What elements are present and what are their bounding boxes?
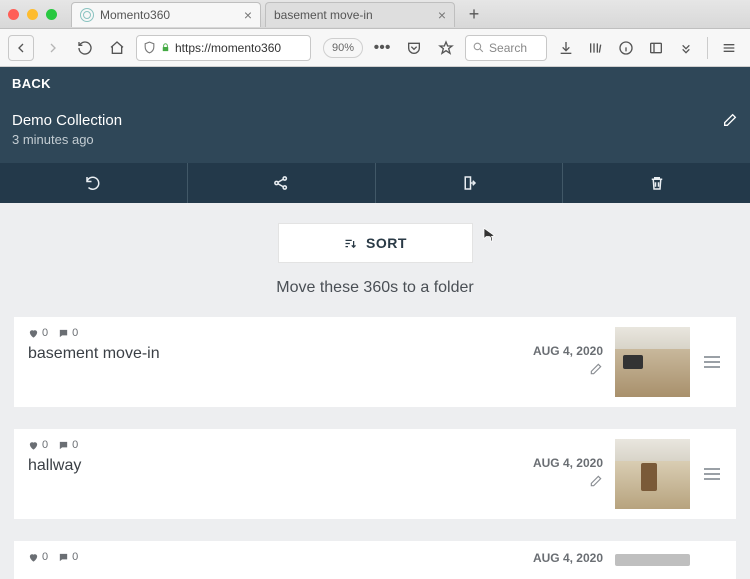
browser-tabbar: Momento360 × basement move-in × + <box>0 0 750 29</box>
close-tab-icon[interactable]: × <box>244 7 252 23</box>
search-input[interactable]: Search <box>465 35 547 61</box>
drag-handle-icon[interactable] <box>702 462 722 486</box>
list-item[interactable]: 0 0 basement move-in AUG 4, 2020 <box>14 317 736 407</box>
edit-item-button[interactable] <box>533 474 603 493</box>
close-tab-icon[interactable]: × <box>438 7 446 23</box>
search-placeholder: Search <box>489 41 527 55</box>
content-area: SORT Move these 360s to a folder 0 0 bas… <box>0 203 750 579</box>
hamburger-icon[interactable] <box>716 35 742 61</box>
tab-momento360[interactable]: Momento360 × <box>71 2 261 27</box>
edit-item-button[interactable] <box>533 362 603 381</box>
item-name: hallway <box>28 457 533 475</box>
lock-icon <box>160 42 171 53</box>
pencil-icon <box>589 362 603 376</box>
item-date: AUG 4, 2020 <box>533 344 603 358</box>
thumbnail[interactable] <box>615 439 690 509</box>
reload-button[interactable] <box>72 35 98 61</box>
list-item[interactable]: 0 0 hallway AUG 4, 2020 <box>14 429 736 519</box>
collection-subtitle: 3 minutes ago <box>12 132 122 147</box>
pencil-icon <box>722 112 738 128</box>
url-input[interactable]: https://momento360 <box>136 35 311 61</box>
pocket-icon[interactable] <box>401 35 427 61</box>
info-icon[interactable] <box>613 35 639 61</box>
sidebar-icon[interactable] <box>643 35 669 61</box>
move-button[interactable] <box>376 163 564 203</box>
home-button[interactable] <box>104 35 130 61</box>
collection-title: Demo Collection <box>12 112 122 129</box>
edit-collection-button[interactable] <box>722 112 738 133</box>
heart-icon <box>28 552 39 563</box>
thumbnail[interactable] <box>615 327 690 397</box>
library-icon[interactable] <box>583 35 609 61</box>
sort-button[interactable]: SORT <box>278 223 473 263</box>
prompt-text: Move these 360s to a folder <box>14 279 736 297</box>
back-button[interactable] <box>8 35 34 61</box>
tab-label: Momento360 <box>100 8 170 22</box>
likes-count: 0 <box>28 551 48 563</box>
zoom-window[interactable] <box>46 9 57 20</box>
tab-basement[interactable]: basement move-in × <box>265 2 455 27</box>
item-date: AUG 4, 2020 <box>533 551 603 565</box>
bookmark-star-icon[interactable] <box>433 35 459 61</box>
comments-count: 0 <box>58 551 78 563</box>
close-window[interactable] <box>8 9 19 20</box>
download-icon[interactable] <box>553 35 579 61</box>
thumbnail[interactable] <box>615 554 690 566</box>
heart-icon <box>28 328 39 339</box>
comments-count: 0 <box>58 327 78 339</box>
item-date: AUG 4, 2020 <box>533 456 603 470</box>
heart-icon <box>28 440 39 451</box>
browser-toolbar: https://momento360 90% ••• Search <box>0 29 750 67</box>
window-controls <box>8 9 57 20</box>
comment-icon <box>58 440 69 451</box>
minimize-window[interactable] <box>27 9 38 20</box>
new-tab-button[interactable]: + <box>463 3 485 25</box>
likes-count: 0 <box>28 439 48 451</box>
favicon-icon <box>80 8 94 22</box>
tab-label: basement move-in <box>274 8 373 22</box>
collection-header: Demo Collection 3 minutes ago <box>0 100 750 163</box>
back-link[interactable]: BACK <box>0 67 750 100</box>
overflow-icon[interactable] <box>673 35 699 61</box>
list-item[interactable]: 0 0 AUG 4, 2020 <box>14 541 736 579</box>
sort-icon <box>343 236 358 251</box>
zoom-indicator[interactable]: 90% <box>323 38 363 58</box>
action-toolbar <box>0 163 750 203</box>
url-text: https://momento360 <box>175 41 281 55</box>
comment-icon <box>58 552 69 563</box>
item-name: basement move-in <box>28 345 533 363</box>
pencil-icon <box>589 474 603 488</box>
comment-icon <box>58 328 69 339</box>
share-button[interactable] <box>188 163 376 203</box>
search-icon <box>472 41 485 54</box>
forward-button[interactable] <box>40 35 66 61</box>
drag-handle-icon[interactable] <box>702 350 722 374</box>
delete-button[interactable] <box>563 163 750 203</box>
rotate-button[interactable] <box>0 163 188 203</box>
comments-count: 0 <box>58 439 78 451</box>
likes-count: 0 <box>28 327 48 339</box>
meatball-icon[interactable]: ••• <box>369 35 395 61</box>
shield-icon <box>143 41 156 54</box>
